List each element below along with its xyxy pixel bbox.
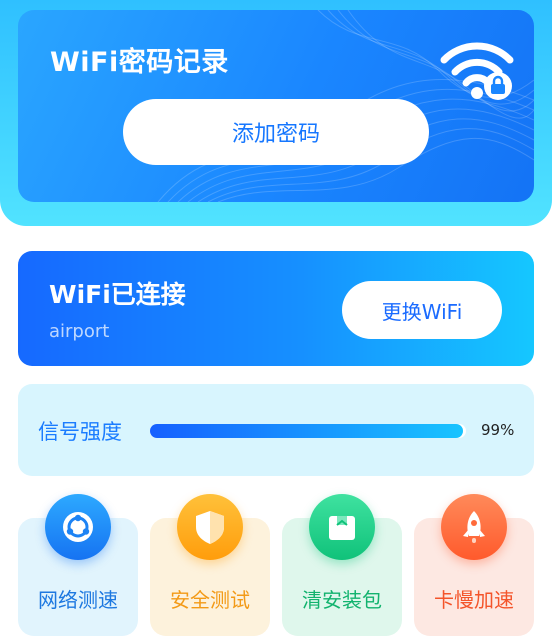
package-icon bbox=[309, 494, 375, 560]
tool-label: 清安装包 bbox=[302, 588, 382, 612]
tool-label: 网络测速 bbox=[38, 588, 118, 612]
signal-strength-fill bbox=[150, 424, 463, 438]
page-title: WiFi密码记录 bbox=[50, 47, 229, 78]
signal-strength-label: 信号强度 bbox=[38, 420, 122, 444]
tool-clean-packages[interactable]: 清安装包 bbox=[282, 494, 402, 636]
wifi-lock-icon bbox=[440, 42, 514, 100]
signal-strength-value: 99% bbox=[481, 421, 515, 439]
tool-boost[interactable]: 卡慢加速 bbox=[414, 494, 534, 636]
wifi-connection-card: WiFi已连接 airport 更换WiFi bbox=[18, 251, 534, 366]
rocket-icon bbox=[441, 494, 507, 560]
tool-label: 卡慢加速 bbox=[434, 588, 514, 612]
network-name: airport bbox=[49, 321, 110, 342]
tool-security-test[interactable]: 安全测试 bbox=[150, 494, 270, 636]
switch-wifi-button[interactable]: 更换WiFi bbox=[342, 281, 502, 339]
tool-label: 安全测试 bbox=[170, 588, 250, 612]
connection-status: WiFi已连接 bbox=[49, 280, 186, 309]
signal-strength-bar bbox=[150, 424, 466, 438]
shield-icon bbox=[177, 494, 243, 560]
tool-speed-test[interactable]: 网络测速 bbox=[18, 494, 138, 636]
speed-test-icon bbox=[45, 494, 111, 560]
add-password-button[interactable]: 添加密码 bbox=[123, 99, 429, 165]
wifi-password-card: WiFi密码记录 添加密码 bbox=[18, 10, 534, 202]
signal-strength-card: 信号强度 99% bbox=[18, 384, 534, 476]
